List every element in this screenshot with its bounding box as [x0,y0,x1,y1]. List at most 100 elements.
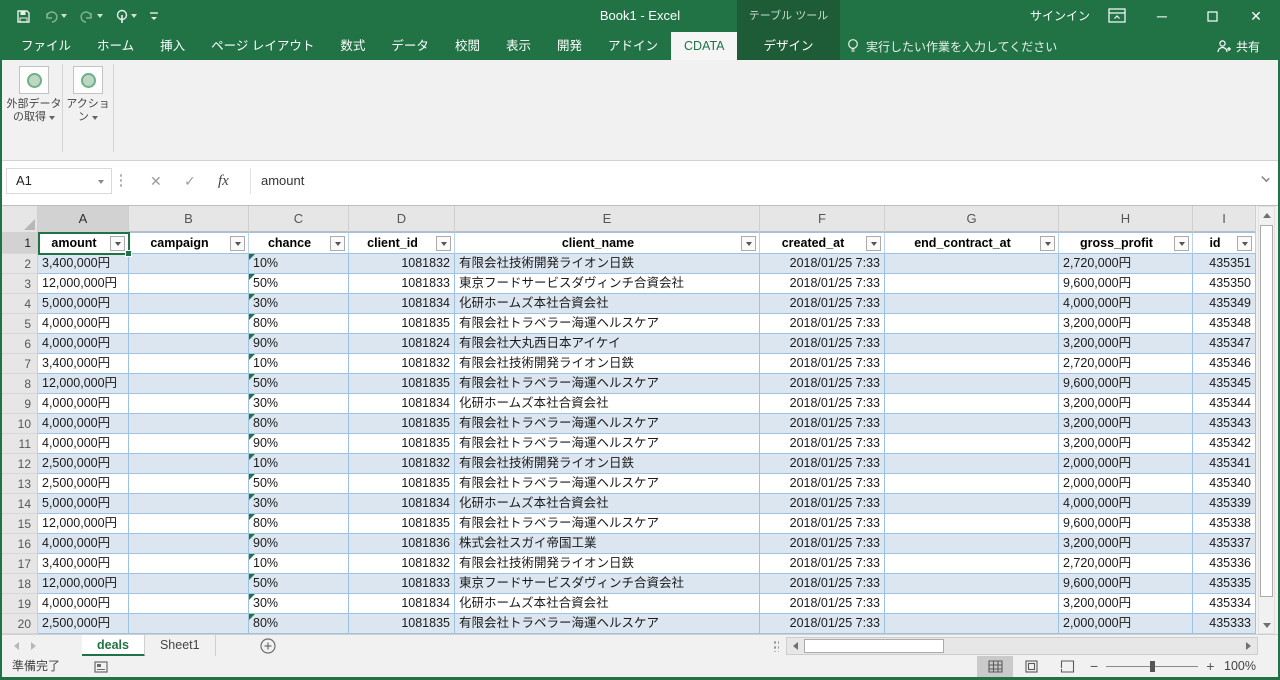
sheet-tab-Sheet1[interactable]: Sheet1 [145,635,216,657]
cell-E11[interactable]: 有限会社トラベラー海運ヘルスケア [455,434,760,454]
cell-D14[interactable]: 1081834 [349,494,455,514]
cell-E16[interactable]: 株式会社スガイ帝国工業 [455,534,760,554]
cell-I15[interactable]: 435338 [1193,514,1256,534]
cell-F16[interactable]: 2018/01/25 7:33 [760,534,885,554]
cell-A15[interactable]: 12,000,000円 [38,514,129,534]
cell-C12[interactable]: 10% [249,454,349,474]
cell-G18[interactable] [885,574,1059,594]
row-header-11[interactable]: 11 [2,434,38,454]
cell-H4[interactable]: 4,000,000円 [1059,294,1193,314]
cell-H11[interactable]: 3,200,000円 [1059,434,1193,454]
ribbon-tab-校閲[interactable]: 校閲 [442,32,493,60]
cell-I3[interactable]: 435350 [1193,274,1256,294]
cell-G3[interactable] [885,274,1059,294]
cell-B20[interactable] [129,614,249,634]
macro-record-icon[interactable] [94,660,108,678]
cell-A5[interactable]: 4,000,000円 [38,314,129,334]
tell-me-box[interactable]: 実行したい作業を入力してください [847,32,1057,60]
ribbon-tab-CDATA[interactable]: CDATA [671,32,738,60]
cell-I5[interactable]: 435348 [1193,314,1256,334]
cell-C9[interactable]: 30% [249,394,349,414]
cell-G20[interactable] [885,614,1059,634]
cell-E13[interactable]: 有限会社トラベラー海運ヘルスケア [455,474,760,494]
cell-B11[interactable] [129,434,249,454]
cell-G7[interactable] [885,354,1059,374]
enter-icon[interactable]: ✓ [184,168,196,194]
cell-F3[interactable]: 2018/01/25 7:33 [760,274,885,294]
cell-A8[interactable]: 12,000,000円 [38,374,129,394]
cell-C17[interactable]: 10% [249,554,349,574]
cell-E15[interactable]: 有限会社トラベラー海運ヘルスケア [455,514,760,534]
cell-D17[interactable]: 1081832 [349,554,455,574]
cell-D8[interactable]: 1081835 [349,374,455,394]
cell-H17[interactable]: 2,720,000円 [1059,554,1193,574]
cell-C4[interactable]: 30% [249,294,349,314]
cell-D2[interactable]: 1081832 [349,254,455,274]
cell-H7[interactable]: 2,720,000円 [1059,354,1193,374]
cell-G2[interactable] [885,254,1059,274]
row-header-8[interactable]: 8 [2,374,38,394]
cell-I6[interactable]: 435347 [1193,334,1256,354]
sign-in-button[interactable]: サインイン [1030,0,1090,32]
cell-G4[interactable] [885,294,1059,314]
row-header-5[interactable]: 5 [2,314,38,334]
select-all-corner[interactable] [2,206,38,232]
cell-H3[interactable]: 9,600,000円 [1059,274,1193,294]
cell-E8[interactable]: 有限会社トラベラー海運ヘルスケア [455,374,760,394]
previous-sheet-icon[interactable] [14,642,19,650]
cell-A4[interactable]: 5,000,000円 [38,294,129,314]
cell-A6[interactable]: 4,000,000円 [38,334,129,354]
cell-I20[interactable]: 435333 [1193,614,1256,634]
ribbon-tab-アドイン[interactable]: アドイン [595,32,671,60]
row-header-15[interactable]: 15 [2,514,38,534]
cell-C10[interactable]: 80% [249,414,349,434]
ribbon-display-options-icon[interactable] [1108,7,1126,29]
column-header-A[interactable]: A [38,206,129,232]
vertical-scrollbar-thumb[interactable] [1260,225,1273,597]
cell-C7[interactable]: 10% [249,354,349,374]
cell-H20[interactable]: 2,000,000円 [1059,614,1193,634]
cell-H8[interactable]: 9,600,000円 [1059,374,1193,394]
cell-A14[interactable]: 5,000,000円 [38,494,129,514]
filter-dropdown-icon[interactable] [1040,236,1055,251]
cell-B18[interactable] [129,574,249,594]
row-header-14[interactable]: 14 [2,494,38,514]
cell-F6[interactable]: 2018/01/25 7:33 [760,334,885,354]
name-box[interactable]: A1 [6,168,112,194]
cell-H6[interactable]: 3,200,000円 [1059,334,1193,354]
insert-function-icon[interactable]: fx [218,168,229,194]
cell-B6[interactable] [129,334,249,354]
cell-F8[interactable]: 2018/01/25 7:33 [760,374,885,394]
actions-button[interactable]: アクショ ン [65,66,111,124]
scrollbar-resize-handle[interactable] [773,640,779,652]
cell-F10[interactable]: 2018/01/25 7:33 [760,414,885,434]
expand-formula-bar-icon[interactable] [1261,174,1269,182]
cell-D20[interactable]: 1081835 [349,614,455,634]
cell-H14[interactable]: 4,000,000円 [1059,494,1193,514]
scroll-left-icon[interactable] [788,638,803,654]
cell-E18[interactable]: 東京フードサービスダヴィンチ合資会社 [455,574,760,594]
cell-C5[interactable]: 80% [249,314,349,334]
cell-G13[interactable] [885,474,1059,494]
cell-C14[interactable]: 30% [249,494,349,514]
table-header-cell-client_name[interactable]: client_name [455,232,760,254]
row-header-10[interactable]: 10 [2,414,38,434]
formula-bar-handle[interactable] [119,173,123,189]
cell-E12[interactable]: 有限会社技術開発ライオン日鉄 [455,454,760,474]
ribbon-tab-表示[interactable]: 表示 [493,32,544,60]
cell-C20[interactable]: 80% [249,614,349,634]
cell-F20[interactable]: 2018/01/25 7:33 [760,614,885,634]
close-icon[interactable]: ✕ [1236,0,1276,32]
cell-A19[interactable]: 4,000,000円 [38,594,129,614]
row-header-17[interactable]: 17 [2,554,38,574]
row-header-7[interactable]: 7 [2,354,38,374]
filter-dropdown-icon[interactable] [330,236,345,251]
formula-input[interactable]: amount [250,168,1254,194]
cell-I4[interactable]: 435349 [1193,294,1256,314]
cell-A3[interactable]: 12,000,000円 [38,274,129,294]
cell-F9[interactable]: 2018/01/25 7:33 [760,394,885,414]
column-header-E[interactable]: E [455,206,760,232]
cell-I2[interactable]: 435351 [1193,254,1256,274]
row-header-20[interactable]: 20 [2,614,38,634]
cell-D15[interactable]: 1081835 [349,514,455,534]
